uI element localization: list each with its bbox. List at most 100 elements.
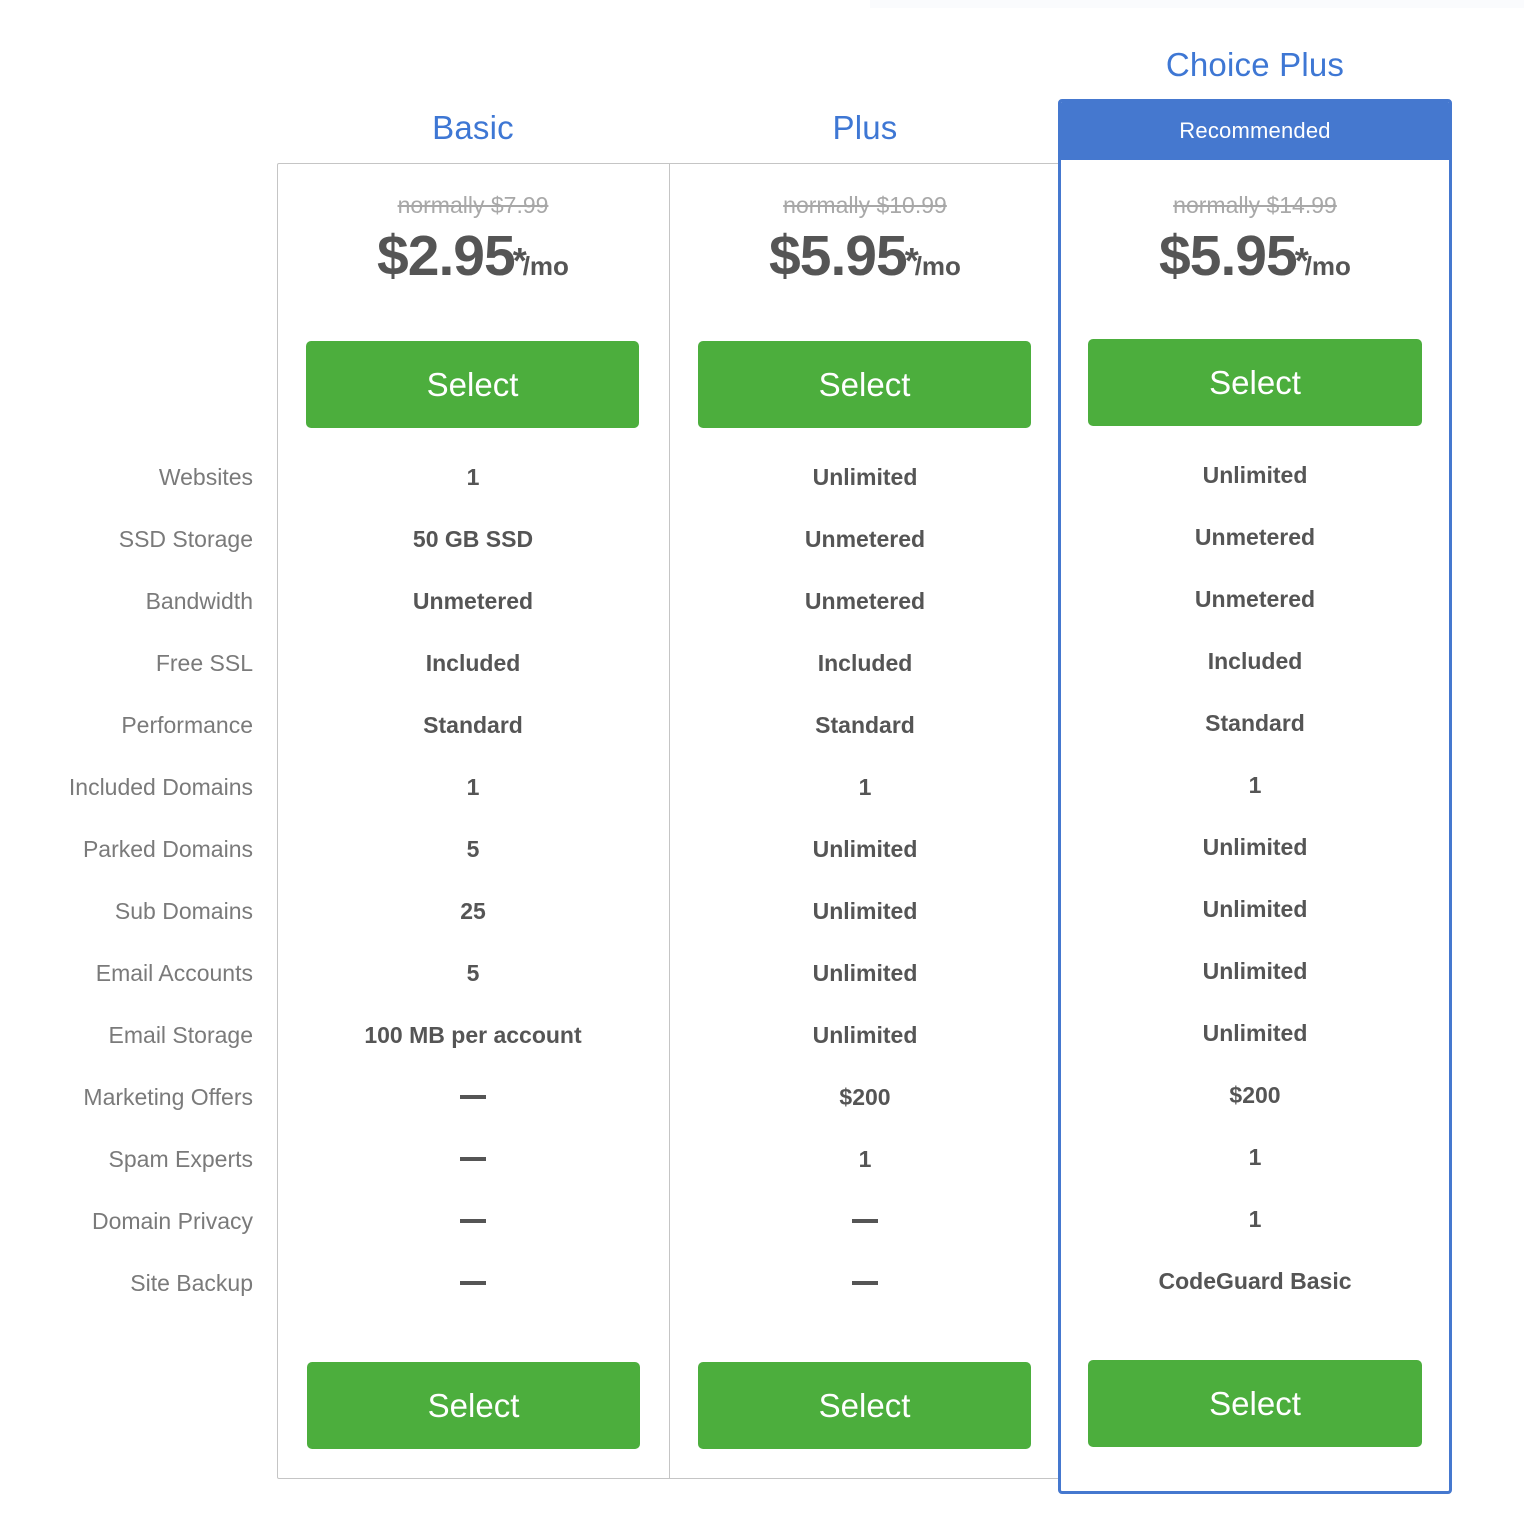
price-period-plus: /mo bbox=[914, 251, 961, 281]
price-block-choice-plus: normally $14.99 $5.95*/mo bbox=[1058, 190, 1452, 285]
plan-title-plus: Plus bbox=[832, 109, 898, 146]
feature-value: $200 bbox=[839, 1084, 891, 1110]
feature-value: Unmetered bbox=[412, 588, 534, 614]
plan-title-choice-plus: Choice Plus bbox=[1165, 46, 1345, 83]
price-line-plus: $5.95*/mo bbox=[669, 228, 1061, 285]
feature-label: Email Accounts bbox=[95, 960, 253, 986]
price-asterisk-choice-plus: * bbox=[1294, 239, 1309, 281]
select-button-basic-top[interactable]: Select bbox=[306, 341, 639, 428]
table-row: Marketing Offers $200 $200 bbox=[0, 1066, 1524, 1128]
table-row: Email Storage 100 MB per account Unlimited… bbox=[0, 1004, 1524, 1066]
feature-value: Standard bbox=[1205, 710, 1305, 736]
feature-value: Unlimited bbox=[1202, 462, 1308, 488]
not-included-dash-icon bbox=[460, 1280, 486, 1285]
feature-value: 1 bbox=[466, 464, 480, 490]
top-cutoff-strip bbox=[870, 0, 1524, 8]
select-button-plus-bottom[interactable]: Select bbox=[698, 1362, 1031, 1449]
feature-value: Unlimited bbox=[1202, 958, 1308, 984]
feature-value: Included bbox=[425, 650, 521, 676]
feature-value: Unlimited bbox=[1202, 1020, 1308, 1046]
feature-value: Standard bbox=[423, 712, 523, 738]
feature-label: Performance bbox=[121, 712, 253, 738]
feature-label: SSD Storage bbox=[118, 526, 253, 552]
feature-value: Unlimited bbox=[812, 898, 918, 924]
feature-label: Websites bbox=[158, 464, 253, 490]
feature-value bbox=[669, 1190, 1061, 1252]
feature-value: 100 MB per account bbox=[364, 1022, 582, 1048]
table-row: Bandwidth Unmetered Unmetered Unmetered bbox=[0, 570, 1524, 632]
feature-value: Unmetered bbox=[1194, 524, 1316, 550]
feature-label: Marketing Offers bbox=[83, 1084, 253, 1110]
price-line-choice-plus: $5.95*/mo bbox=[1058, 228, 1452, 285]
feature-value: 5 bbox=[466, 836, 480, 862]
feature-value: 1 bbox=[1248, 1206, 1262, 1232]
table-row: Parked Domains 5 Unlimited Unlimited bbox=[0, 818, 1524, 880]
feature-value: Unlimited bbox=[1202, 896, 1308, 922]
price-asterisk-basic: * bbox=[512, 239, 527, 281]
feature-value: Unmetered bbox=[804, 588, 926, 614]
not-included-dash-icon bbox=[852, 1280, 878, 1285]
feature-value: 1 bbox=[1248, 1144, 1262, 1170]
feature-value: Included bbox=[817, 650, 913, 676]
normal-price-choice-plus: normally $14.99 bbox=[1173, 192, 1337, 218]
select-button-choice-plus-bottom[interactable]: Select bbox=[1088, 1360, 1422, 1447]
feature-value: 25 bbox=[460, 898, 486, 924]
feature-value bbox=[277, 1190, 669, 1252]
table-row: Sub Domains 25 Unlimited Unlimited bbox=[0, 880, 1524, 942]
table-row: Free SSL Included Included Included bbox=[0, 632, 1524, 694]
table-row: Websites 1 Unlimited Unlimited bbox=[0, 446, 1524, 508]
table-row: Included Domains 1 1 1 bbox=[0, 756, 1524, 818]
table-row: Site Backup CodeGuard Basic bbox=[0, 1252, 1524, 1314]
feature-label: Included Domains bbox=[68, 774, 253, 800]
feature-value: 1 bbox=[858, 774, 872, 800]
not-included-dash-icon bbox=[460, 1218, 486, 1223]
price-block-plus: normally $10.99 $5.95*/mo bbox=[669, 190, 1061, 285]
feature-value: Unlimited bbox=[812, 1022, 918, 1048]
price-amount-choice-plus: $5.95 bbox=[1159, 224, 1298, 288]
feature-value: Unlimited bbox=[812, 464, 918, 490]
price-period-choice-plus: /mo bbox=[1304, 251, 1351, 281]
feature-value: 50 GB SSD bbox=[412, 526, 534, 552]
feature-value: 1 bbox=[466, 774, 480, 800]
not-included-dash-icon bbox=[460, 1156, 486, 1161]
feature-value: Unmetered bbox=[804, 526, 926, 552]
price-amount-basic: $2.95 bbox=[377, 224, 516, 288]
feature-value bbox=[277, 1066, 669, 1128]
normal-price-plus: normally $10.99 bbox=[783, 192, 947, 218]
select-button-basic-bottom[interactable]: Select bbox=[307, 1362, 640, 1449]
feature-value: 1 bbox=[1248, 772, 1262, 798]
price-line-basic: $2.95*/mo bbox=[277, 228, 669, 285]
feature-label: Parked Domains bbox=[82, 836, 253, 862]
feature-value: Unmetered bbox=[1194, 586, 1316, 612]
plan-title-basic: Basic bbox=[432, 109, 514, 146]
not-included-dash-icon bbox=[460, 1094, 486, 1099]
table-row: Email Accounts 5 Unlimited Unlimited bbox=[0, 942, 1524, 1004]
feature-label: Email Storage bbox=[108, 1022, 253, 1048]
feature-value: Unlimited bbox=[812, 836, 918, 862]
table-row: Spam Experts 1 1 bbox=[0, 1128, 1524, 1190]
select-button-plus-top[interactable]: Select bbox=[698, 341, 1031, 428]
table-row: Performance Standard Standard Standard bbox=[0, 694, 1524, 756]
feature-value bbox=[277, 1252, 669, 1314]
price-amount-plus: $5.95 bbox=[769, 224, 908, 288]
normal-price-basic: normally $7.99 bbox=[397, 192, 549, 218]
select-button-choice-plus-top[interactable]: Select bbox=[1088, 339, 1422, 426]
feature-value bbox=[669, 1252, 1061, 1314]
feature-label: Spam Experts bbox=[108, 1146, 253, 1172]
feature-value: Included bbox=[1207, 648, 1303, 674]
feature-value: Unlimited bbox=[1202, 834, 1308, 860]
feature-label: Free SSL bbox=[155, 650, 253, 676]
feature-comparison-table: Websites 1 Unlimited Unlimited SSD Storage 50… bbox=[0, 446, 1524, 1314]
price-period-basic: /mo bbox=[522, 251, 569, 281]
feature-value: Unlimited bbox=[812, 960, 918, 986]
price-block-basic: normally $7.99 $2.95*/mo bbox=[277, 190, 669, 285]
feature-label: Site Backup bbox=[130, 1270, 253, 1296]
not-included-dash-icon bbox=[852, 1218, 878, 1223]
feature-value: CodeGuard Basic bbox=[1158, 1268, 1352, 1294]
feature-value: $200 bbox=[1229, 1082, 1281, 1108]
feature-value: 5 bbox=[466, 960, 480, 986]
table-row: Domain Privacy 1 bbox=[0, 1190, 1524, 1252]
recommended-badge: Recommended bbox=[1061, 102, 1449, 160]
feature-label: Domain Privacy bbox=[91, 1208, 253, 1234]
price-asterisk-plus: * bbox=[904, 239, 919, 281]
